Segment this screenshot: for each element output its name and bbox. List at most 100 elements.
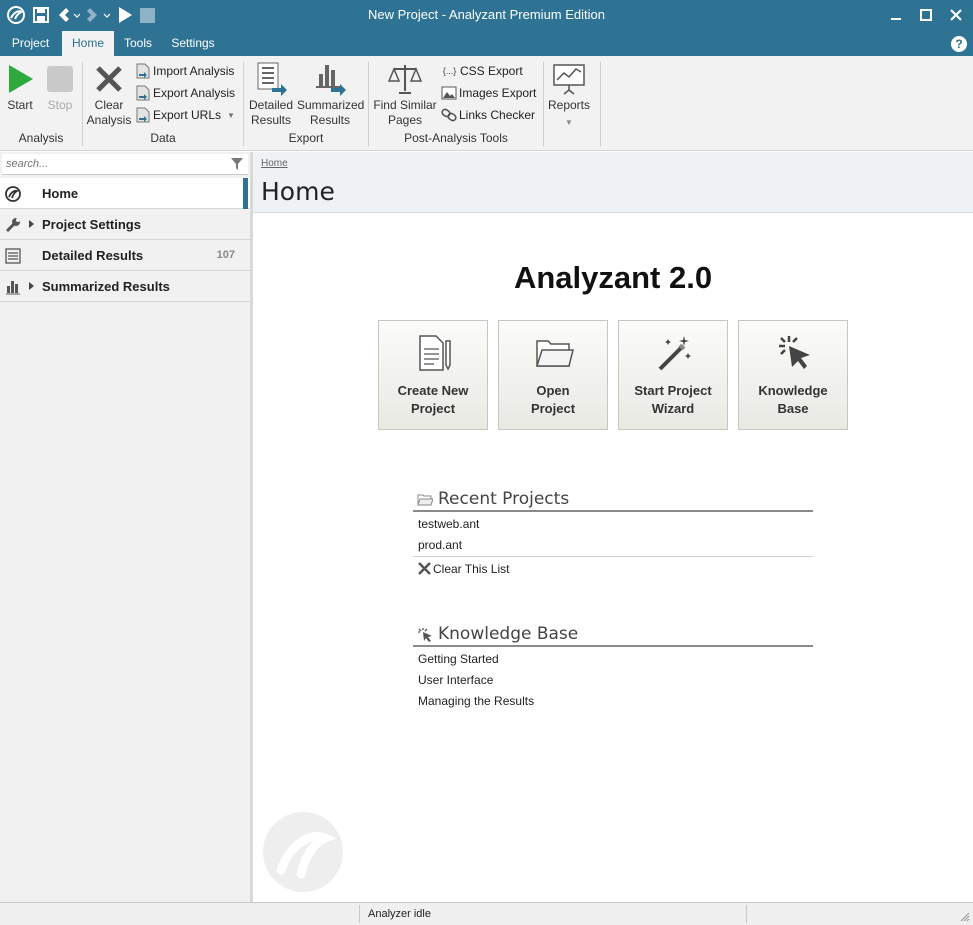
group-export-label: Export — [288, 131, 324, 145]
breadcrumb[interactable]: Home — [261, 158, 288, 169]
image-icon — [441, 85, 457, 101]
help-icon[interactable]: ? — [951, 36, 967, 52]
section-title: Recent Projects — [438, 489, 570, 509]
sidebar-search — [2, 154, 248, 175]
folder-icon — [535, 340, 574, 367]
images-export-label: Images Export — [459, 86, 537, 100]
summarized-results-export-button[interactable]: Summarized Results — [297, 62, 365, 128]
clear-list-button[interactable]: Clear This List — [413, 556, 813, 580]
expand-arrow-icon[interactable] — [29, 282, 34, 290]
find-similar-pages-button[interactable]: Find Similar Pages — [372, 62, 438, 128]
find-similar-pages-label: Find Similar Pages — [373, 98, 437, 127]
title-bar: New Project - Analyzant Premium Edition — [0, 0, 973, 31]
summarized-results-label: Summarized Results — [297, 98, 365, 127]
tab-project[interactable]: Project — [0, 31, 61, 56]
export-icon — [135, 85, 151, 101]
group-post-analysis-label: Post-Analysis Tools — [404, 131, 508, 145]
recent-project-item[interactable]: testweb.ant — [413, 514, 813, 535]
sidebar-item-summarized-results[interactable]: Summarized Results — [0, 271, 250, 302]
tile-label: Open Project — [530, 383, 576, 416]
group-analysis-label: Analysis — [18, 131, 64, 145]
recent-project-item[interactable]: prod.ant — [413, 535, 813, 556]
clear-x-icon — [418, 562, 431, 575]
sidebar-item-project-settings[interactable]: Project Settings — [0, 209, 250, 240]
tab-tools[interactable]: Tools — [115, 31, 161, 56]
expand-arrow-icon[interactable] — [29, 220, 34, 228]
cursor-click-icon — [779, 336, 810, 369]
export-analysis-label: Export Analysis — [153, 86, 236, 100]
stop-button[interactable]: Stop — [42, 62, 78, 113]
sidebar-item-detailed-results[interactable]: Detailed Results 107 — [0, 240, 250, 271]
tile-label: Create New Project — [397, 383, 469, 416]
detailed-results-label: Detailed Results — [248, 98, 294, 127]
clear-analysis-label: Clear Analysis — [86, 98, 132, 127]
clear-analysis-button[interactable]: Clear Analysis — [86, 62, 132, 128]
chevron-down-icon: ▼ — [565, 118, 573, 127]
main-content: Home Home Analyzant 2.0 Create New Proje… — [253, 152, 973, 902]
reports-label: Reports — [547, 98, 591, 112]
start-button[interactable]: Start — [2, 62, 38, 113]
tab-settings[interactable]: Settings — [162, 31, 224, 56]
import-analysis-label: Import Analysis — [153, 64, 235, 78]
search-input[interactable] — [2, 154, 222, 174]
links-checker-button[interactable]: Links Checker — [441, 105, 535, 125]
resize-grip-icon[interactable] — [960, 912, 970, 922]
css-export-label: CSS Export — [460, 64, 523, 78]
maximize-button[interactable] — [913, 4, 939, 26]
knowledge-base-section: Knowledge Base Getting Started User Inte… — [413, 621, 813, 712]
ribbon-divider — [543, 62, 544, 146]
cursor-click-icon — [418, 628, 432, 642]
page-title: Home — [261, 177, 335, 206]
filter-icon[interactable] — [230, 157, 244, 174]
ribbon-tabs: Project Home Tools Settings ? — [0, 31, 973, 56]
tab-home[interactable]: Home — [62, 31, 114, 56]
export-urls-button[interactable]: Export URLs ▼ — [135, 105, 235, 125]
sidebar-item-label: Detailed Results — [42, 248, 144, 263]
tile-label: Knowledge Base — [758, 383, 828, 416]
sidebar-item-label: Home — [42, 186, 79, 201]
tile-label: Start Project Wizard — [634, 383, 712, 416]
minimize-button[interactable] — [883, 4, 909, 26]
knowledge-base-tile[interactable]: Knowledge Base — [738, 320, 848, 430]
start-project-wizard-tile[interactable]: Start Project Wizard — [618, 320, 728, 430]
status-divider — [746, 905, 747, 923]
import-analysis-button[interactable]: Import Analysis — [135, 61, 234, 81]
new-document-icon — [419, 335, 451, 371]
open-project-tile[interactable]: Open Project — [498, 320, 608, 430]
start-play-icon — [3, 62, 37, 96]
scales-icon — [388, 62, 422, 96]
watermark-logo-icon — [263, 812, 343, 892]
sidebar-item-home[interactable]: Home — [0, 178, 250, 209]
summarized-results-export-icon — [313, 62, 347, 96]
detailed-results-export-icon — [254, 62, 288, 96]
start-label: Start — [7, 98, 33, 112]
knowledge-base-link[interactable]: Getting Started — [413, 649, 813, 670]
close-button[interactable] — [943, 4, 969, 26]
window-title: New Project - Analyzant Premium Edition — [368, 7, 605, 22]
images-export-button[interactable]: Images Export — [441, 83, 536, 103]
stop-square-icon — [43, 62, 77, 96]
results-count-badge: 107 — [216, 249, 235, 261]
export-analysis-button[interactable]: Export Analysis — [135, 83, 235, 103]
links-checker-label: Links Checker — [459, 108, 536, 122]
knowledge-base-header: Knowledge Base — [413, 621, 813, 647]
chevron-down-icon: ▼ — [227, 110, 235, 120]
css-export-button[interactable]: {...} CSS Export — [441, 61, 523, 81]
clear-list-label: Clear This List — [433, 561, 510, 576]
detailed-results-export-button[interactable]: Detailed Results — [246, 62, 296, 128]
ribbon: Start Stop Analysis Clear Analysis Impor… — [0, 56, 973, 151]
status-text: Analyzer idle — [368, 908, 431, 920]
sidebar: Home Project Settings Detailed Results 1… — [0, 152, 250, 902]
reports-button[interactable]: Reports ▼ — [546, 62, 592, 130]
stop-label: Stop — [47, 98, 73, 112]
knowledge-base-link[interactable]: Managing the Results — [413, 691, 813, 712]
reports-presentation-icon — [552, 62, 586, 96]
import-icon — [135, 63, 151, 79]
list-icon — [5, 248, 21, 264]
create-new-project-tile[interactable]: Create New Project — [378, 320, 488, 430]
knowledge-base-link[interactable]: User Interface — [413, 670, 813, 691]
bar-chart-icon — [5, 279, 21, 295]
sidebar-item-label: Summarized Results — [42, 279, 170, 294]
recent-projects-section: Recent Projects testweb.ant prod.ant Cle… — [413, 486, 813, 580]
ribbon-divider — [600, 62, 601, 146]
